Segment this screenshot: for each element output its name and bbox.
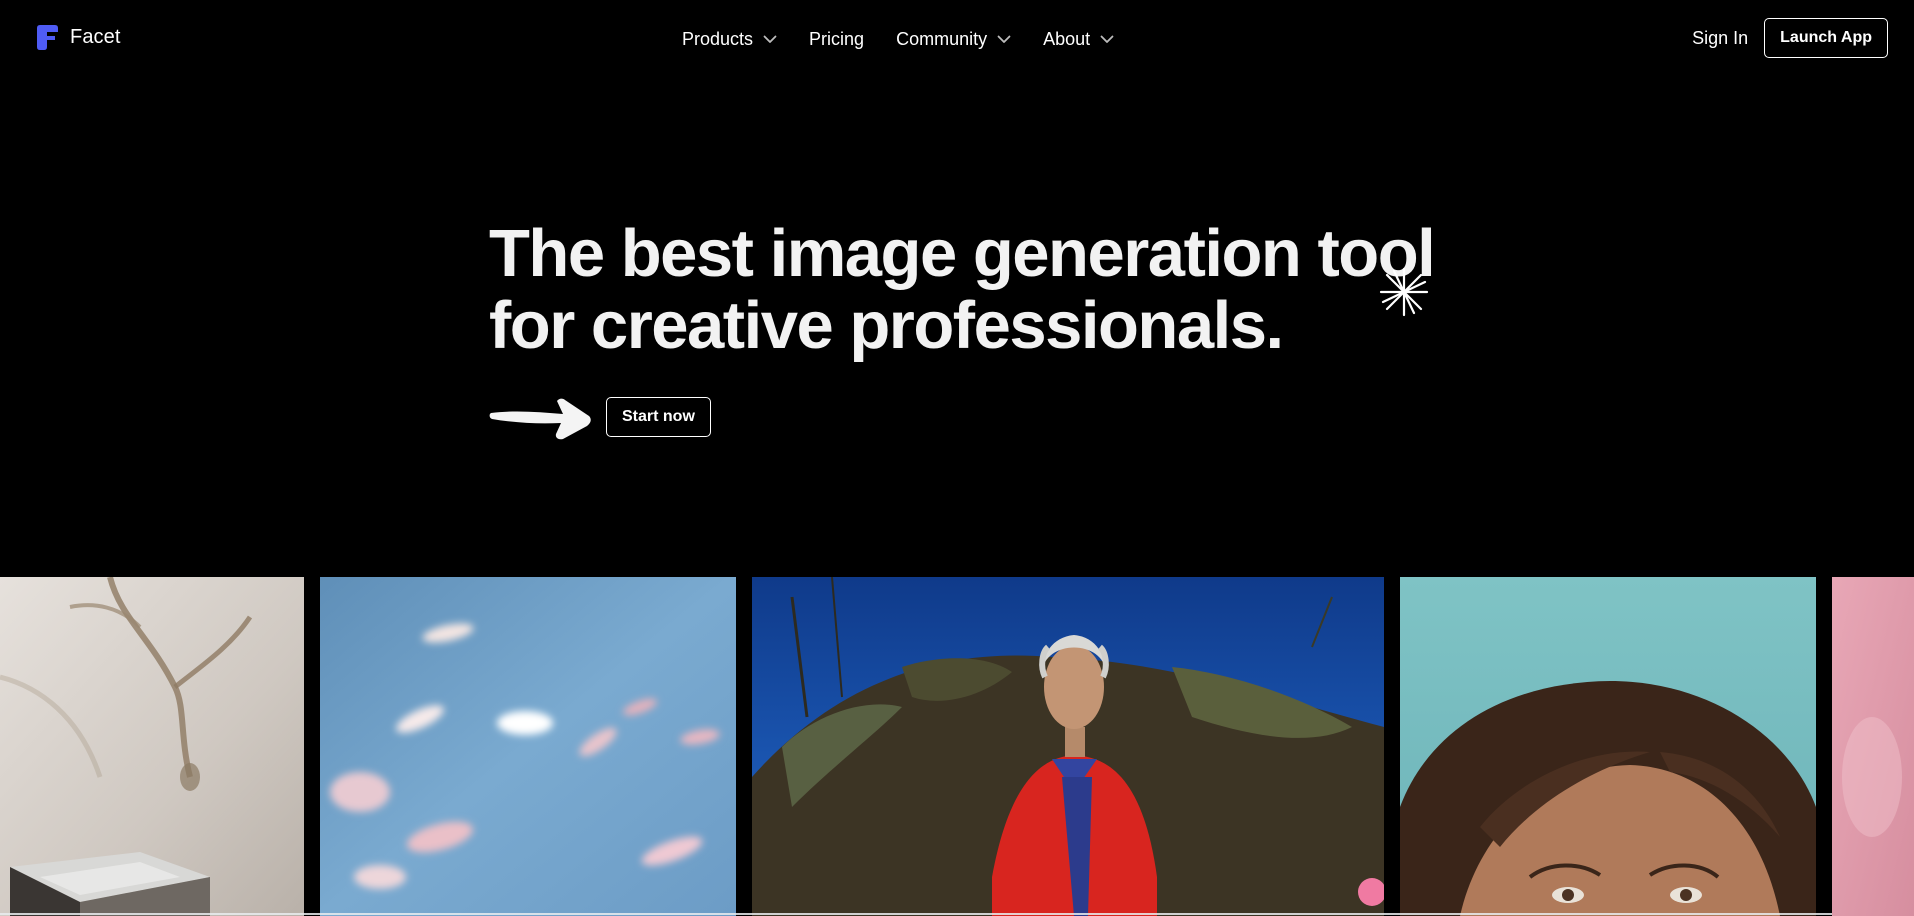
sparkle-icon (1379, 267, 1429, 317)
sign-in-link[interactable]: Sign In (1692, 28, 1748, 49)
landing-page: Facet Products Pricing Community About S… (0, 0, 1914, 916)
hero-heading-line-1: The best image generation tool (489, 216, 1436, 291)
start-now-button[interactable]: Start now (606, 397, 711, 437)
facet-logo-icon (37, 25, 58, 50)
nav-item-about[interactable]: About (1043, 24, 1114, 54)
hero-heading: The best image generation tool for creat… (489, 216, 1436, 363)
nav-item-label: Community (896, 28, 988, 49)
main-nav: Products Pricing Community About (682, 24, 1114, 54)
gallery-image-woman-portrait[interactable] (1400, 577, 1816, 916)
nav-item-label: About (1043, 28, 1091, 49)
gallery-image-still-life[interactable] (0, 577, 304, 916)
image-gallery (0, 577, 1914, 916)
chevron-down-icon (1100, 35, 1114, 43)
chevron-down-icon (997, 35, 1011, 43)
nav-item-products[interactable]: Products (682, 24, 777, 54)
brand-logo[interactable]: Facet (37, 25, 121, 50)
nav-item-label: Pricing (809, 28, 865, 49)
gallery-image-pink-abstract[interactable] (1832, 577, 1914, 916)
nav-item-pricing[interactable]: Pricing (809, 24, 864, 54)
auth-actions: Sign In Launch App (1692, 18, 1888, 58)
gallery-image-koi-fish[interactable] (320, 577, 736, 916)
top-navigation-bar: Facet Products Pricing Community About S… (0, 0, 1914, 76)
nav-item-community[interactable]: Community (896, 24, 1011, 54)
chevron-down-icon (763, 35, 777, 43)
hand-drawn-arrow-icon (489, 398, 591, 440)
hero-heading-line-2: for creative professionals. (489, 288, 1284, 363)
launch-app-button[interactable]: Launch App (1764, 18, 1888, 58)
brand-name: Facet (70, 26, 121, 48)
gallery-scroll-track (0, 913, 1832, 915)
gallery-image-man-red-jacket[interactable] (752, 577, 1384, 916)
nav-item-label: Products (682, 28, 754, 49)
